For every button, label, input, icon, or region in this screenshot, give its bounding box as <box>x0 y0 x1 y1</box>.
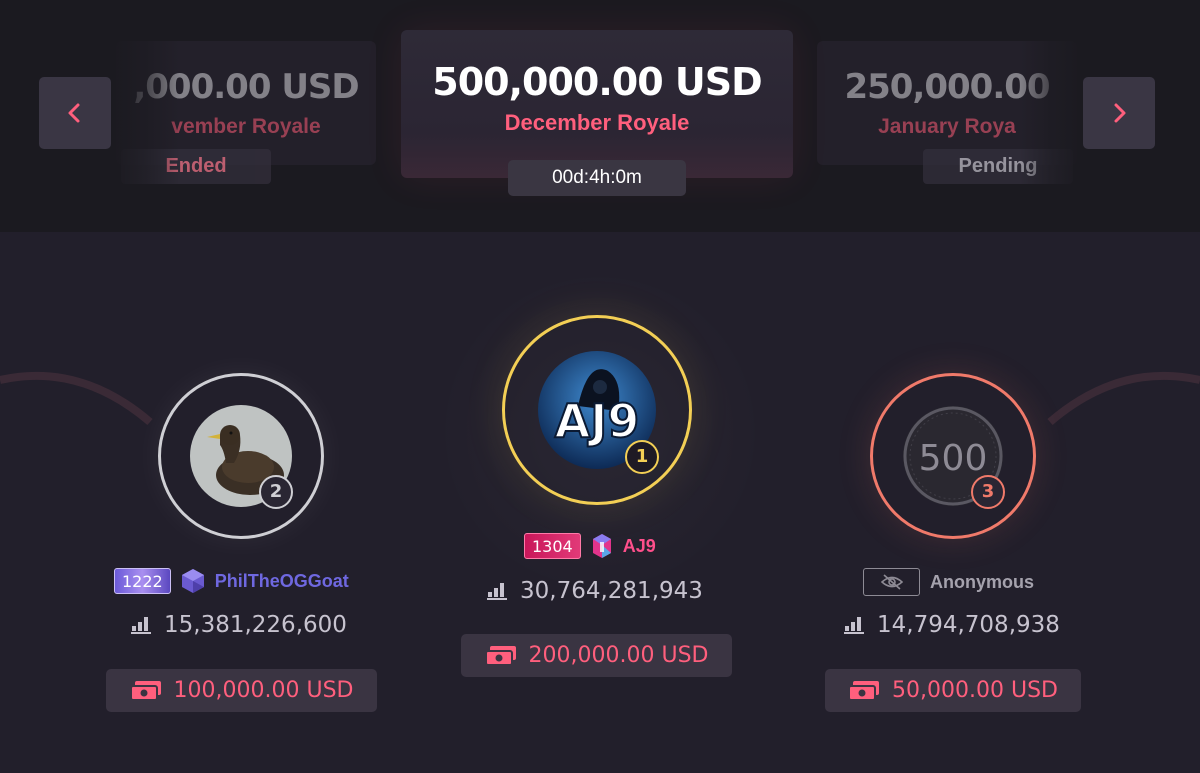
second-place-prize: 100,000.00 USD <box>106 669 377 712</box>
race-carousel: ,000.00 USD vember Royale Ended 250,000.… <box>0 0 1200 232</box>
leaderboard-podium: 2 1222 PhilTheOGGoat 15,381,226,600 100,… <box>0 232 1200 773</box>
third-place-wagered-value: 14,794,708,938 <box>877 612 1060 638</box>
carousel-next-button[interactable] <box>1083 77 1155 149</box>
bar-chart-icon <box>844 617 864 634</box>
decorative-arc-right <box>1047 371 1200 426</box>
carousel-fade-right <box>1020 30 1082 200</box>
second-place-level-badge: 1222 <box>114 568 171 594</box>
third-place-avatar-text: 500 <box>919 438 988 479</box>
second-place-avatar-ring[interactable]: 2 <box>158 373 324 539</box>
cash-stack-icon <box>848 680 880 701</box>
second-place-user[interactable]: 1222 PhilTheOGGoat <box>114 568 349 594</box>
first-place-prize: 200,000.00 USD <box>461 634 732 677</box>
gem-icon <box>181 569 204 593</box>
rank-2-badge: 2 <box>259 475 293 509</box>
chevron-left-icon <box>68 103 80 123</box>
first-place-user[interactable]: 1304 AJ9 <box>524 533 656 559</box>
hidden-eye-icon <box>880 574 903 590</box>
rank-1-badge: 1 <box>625 440 659 474</box>
second-place-username: PhilTheOGGoat <box>214 570 349 591</box>
first-place-level-badge: 1304 <box>524 533 581 559</box>
decorative-arc-left <box>0 371 153 426</box>
bar-chart-icon <box>131 617 151 634</box>
third-place-username: Anonymous <box>930 571 1035 592</box>
hidden-profile-badge <box>863 568 920 596</box>
second-place-prize-value: 100,000.00 USD <box>173 678 354 703</box>
first-place-wagered-value: 30,764,281,943 <box>520 578 703 604</box>
third-place-avatar-ring[interactable]: 500 3 <box>870 373 1036 539</box>
second-place-wagered-value: 15,381,226,600 <box>164 612 347 638</box>
cash-stack-icon <box>484 645 516 666</box>
current-race-name: December Royale <box>504 110 690 135</box>
cash-stack-icon <box>129 680 161 701</box>
carousel-fade-left <box>110 30 180 200</box>
rank-3-badge: 3 <box>971 475 1005 509</box>
current-race-card[interactable]: 500,000.00 USD December Royale <box>401 30 793 178</box>
second-place-wagered: 15,381,226,600 <box>130 612 347 638</box>
third-place-user[interactable]: Anonymous <box>863 568 1034 596</box>
carousel-prev-button[interactable] <box>39 77 111 149</box>
chevron-right-icon <box>1114 103 1126 123</box>
third-place-prize-value: 50,000.00 USD <box>892 678 1058 703</box>
current-race-amount: 500,000.00 USD <box>432 60 762 104</box>
bar-chart-icon <box>487 583 507 600</box>
third-place-prize: 50,000.00 USD <box>825 669 1081 712</box>
first-place-prize-value: 200,000.00 USD <box>528 643 709 668</box>
race-countdown-timer: 00d:4h:0m <box>508 160 686 196</box>
first-place-wagered: 30,764,281,943 <box>486 578 703 604</box>
first-place-avatar-text: AJ9 <box>555 394 640 448</box>
first-place-username: AJ9 <box>622 535 656 556</box>
first-place-avatar-ring[interactable]: AJ9 1 <box>502 315 692 505</box>
crystal-icon <box>592 534 611 558</box>
third-place-wagered: 14,794,708,938 <box>843 612 1060 638</box>
